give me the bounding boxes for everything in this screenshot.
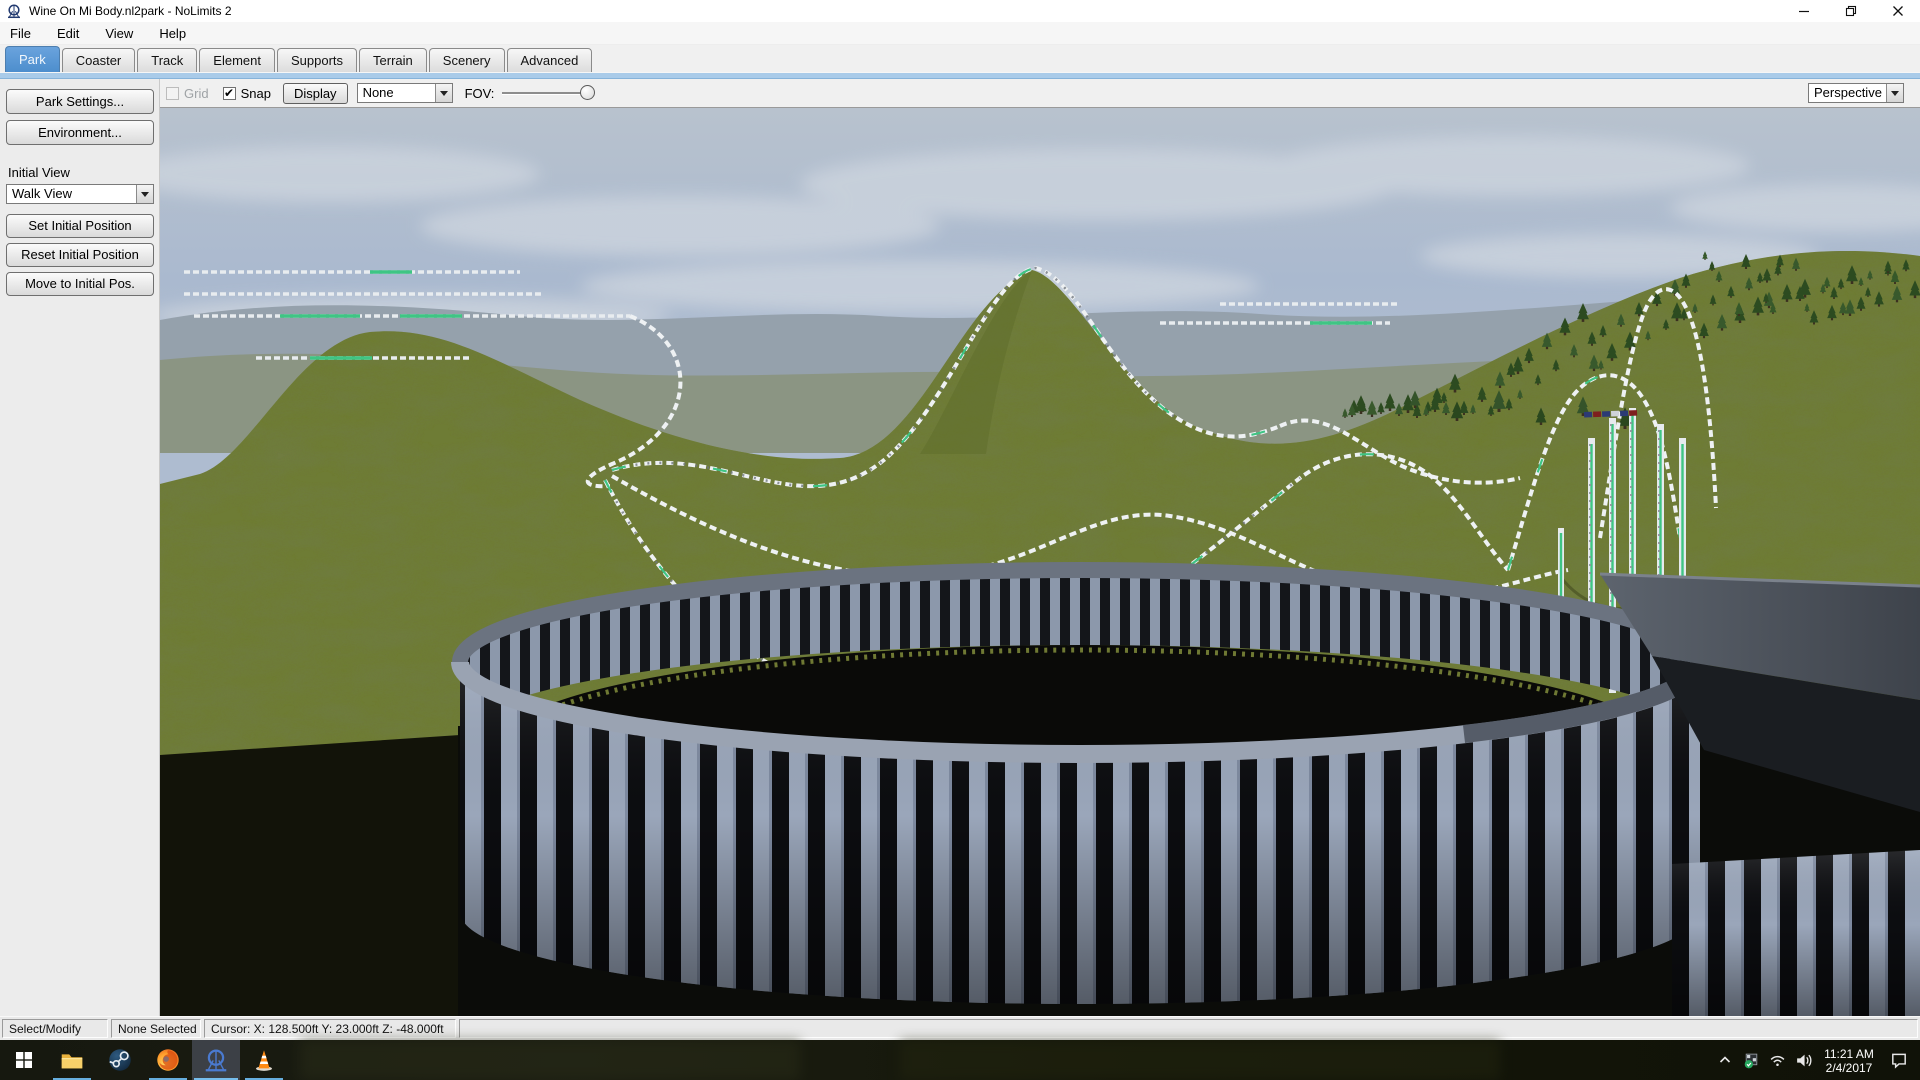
taskbar-clock[interactable]: 11:21 AM 2/4/2017 [1816, 1046, 1882, 1075]
fov-slider[interactable] [502, 85, 594, 101]
tab-terrain[interactable]: Terrain [359, 48, 427, 72]
nolimits2-window: Wine On Mi Body.nl2park - NoLimits 2 Fil… [0, 0, 1920, 1080]
clock-time: 11:21 AM [1816, 1047, 1882, 1061]
vlc-icon [250, 1046, 278, 1074]
status-empty [459, 1019, 1918, 1038]
fov-label: FOV: [465, 86, 495, 101]
striped-ring-wall [460, 570, 1700, 1004]
menu-view[interactable]: View [105, 26, 133, 41]
taskbar-vlc[interactable] [240, 1040, 288, 1080]
action-center-icon[interactable] [1882, 1040, 1916, 1080]
close-button[interactable] [1891, 5, 1904, 18]
grid-checkbox[interactable] [166, 87, 179, 100]
status-selection: None Selected [111, 1019, 201, 1038]
window-title: Wine On Mi Body.nl2park - NoLimits 2 [29, 4, 1797, 18]
reset-initial-position-button[interactable]: Reset Initial Position [6, 243, 154, 267]
start-button[interactable] [0, 1040, 48, 1080]
tab-scenery[interactable]: Scenery [429, 48, 505, 72]
environment-button[interactable]: Environment... [6, 120, 154, 145]
minimize-button[interactable] [1797, 5, 1810, 18]
tab-coaster[interactable]: Coaster [62, 48, 136, 72]
clock-date: 2/4/2017 [1816, 1061, 1882, 1075]
mode-tab-bar: Park Coaster Track Element Supports Terr… [0, 45, 1920, 72]
fov-slider-knob[interactable] [580, 85, 595, 100]
tab-supports[interactable]: Supports [277, 48, 357, 72]
status-mode: Select/Modify [2, 1019, 108, 1038]
taskbar-file-explorer[interactable] [48, 1040, 96, 1080]
park-sidebar: Park Settings... Environment... Initial … [0, 79, 160, 1016]
snap-label: Snap [241, 86, 271, 101]
restore-button[interactable] [1844, 5, 1857, 18]
firefox-icon [154, 1046, 182, 1074]
menu-edit[interactable]: Edit [57, 26, 79, 41]
windows-taskbar: 11:21 AM 2/4/2017 [0, 1040, 1920, 1080]
display-button[interactable]: Display [283, 83, 348, 104]
taskbar-firefox[interactable] [144, 1040, 192, 1080]
set-initial-position-button[interactable]: Set Initial Position [6, 214, 154, 238]
nolimits-2-icon [202, 1046, 230, 1074]
grid-label: Grid [184, 86, 209, 101]
file-explorer-icon [58, 1046, 86, 1074]
status-bar: Select/Modify None Selected Cursor: X: 1… [0, 1016, 1920, 1040]
snap-checkbox[interactable]: ✔ [223, 87, 236, 100]
volume-icon[interactable] [1790, 1040, 1816, 1080]
move-to-initial-pos-button[interactable]: Move to Initial Pos. [6, 272, 154, 296]
3d-viewport[interactable] [160, 108, 1920, 1016]
sync-check-icon[interactable] [1738, 1040, 1764, 1080]
taskbar-steam[interactable] [96, 1040, 144, 1080]
chevron-down-icon[interactable] [435, 84, 452, 102]
viewport-toolbar: Grid ✔ Snap Display None FOV: Perspectiv… [160, 79, 1920, 108]
chevron-down-icon[interactable] [136, 185, 153, 203]
initial-view-dropdown[interactable]: Walk View [6, 184, 154, 204]
projection-value: Perspective [1809, 84, 1886, 102]
dark-ground-left [160, 735, 460, 1016]
park-settings-button[interactable]: Park Settings... [6, 89, 154, 114]
windows-logo-icon [16, 1052, 32, 1068]
system-tray: 11:21 AM 2/4/2017 [1712, 1040, 1920, 1080]
status-cursor-readout: Cursor: X: 128.500ft Y: 23.000ft Z: -48.… [204, 1019, 456, 1038]
steam-icon [106, 1046, 134, 1074]
display-mode-value: None [358, 84, 435, 102]
title-bar[interactable]: Wine On Mi Body.nl2park - NoLimits 2 [0, 0, 1920, 22]
hidden-icons-chevron-icon[interactable] [1712, 1040, 1738, 1080]
tab-element[interactable]: Element [199, 48, 275, 72]
chevron-down-icon[interactable] [1886, 84, 1903, 102]
menu-file[interactable]: File [10, 26, 31, 41]
display-mode-dropdown[interactable]: None [357, 83, 453, 103]
menu-bar: File Edit View Help [0, 22, 1920, 45]
tab-track[interactable]: Track [137, 48, 197, 72]
tab-advanced[interactable]: Advanced [507, 48, 593, 72]
taskbar-nolimits-2[interactable] [192, 1040, 240, 1080]
initial-view-label: Initial View [8, 165, 153, 180]
menu-help[interactable]: Help [159, 26, 186, 41]
initial-view-value: Walk View [7, 185, 136, 203]
tab-park[interactable]: Park [5, 46, 60, 72]
coaster-loop-icon [6, 3, 22, 19]
wifi-icon[interactable] [1764, 1040, 1790, 1080]
active-tab-accent-strip [0, 72, 1920, 79]
projection-dropdown[interactable]: Perspective [1808, 83, 1904, 103]
